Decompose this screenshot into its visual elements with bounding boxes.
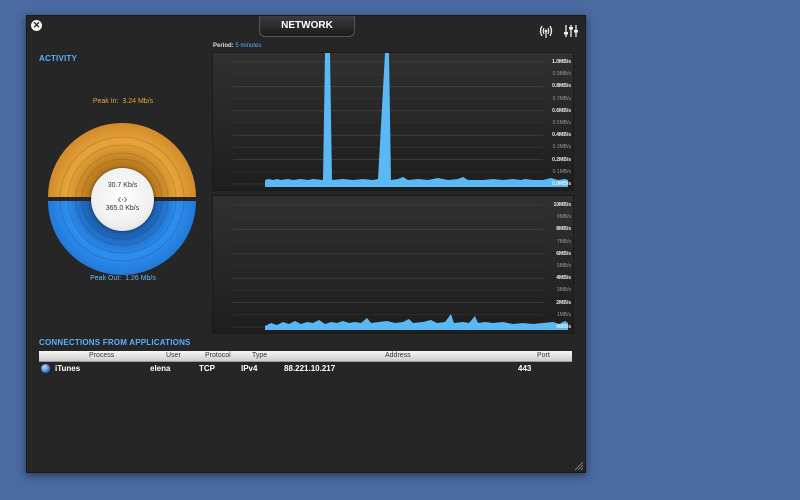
tick-label: 1.0MB/s xyxy=(552,59,571,65)
tick-label: 3MB/s xyxy=(556,287,571,294)
connections-table-header: Process User Protocol Type Address Port xyxy=(39,351,572,362)
window-title: NETWORK xyxy=(259,16,355,37)
itunes-icon xyxy=(41,364,50,373)
close-button[interactable]: ✕ xyxy=(31,20,42,31)
column-address[interactable]: Address xyxy=(385,351,411,361)
network-window: ✕ NETWORK ACTIVITY Peak In: 3.24 Mb/s 30… xyxy=(26,15,586,473)
outbound-traffic-line xyxy=(265,314,568,330)
tick-label: 0.5MB/s xyxy=(552,120,571,126)
peak-out-label: Peak Out: 1.26 Mb/s xyxy=(90,275,156,282)
tick-label: 1MB/s xyxy=(556,311,571,318)
resize-grip-icon[interactable] xyxy=(575,462,583,470)
tick-label: 0.8MB/s xyxy=(552,83,571,90)
tick-label: 0.9MB/s xyxy=(552,71,571,78)
column-process[interactable]: Process xyxy=(89,351,114,361)
column-user[interactable]: User xyxy=(166,351,181,361)
tick-label: 0.0MB/s xyxy=(552,181,571,187)
tick-label: 5MB/s xyxy=(556,263,571,269)
inbound-graph-plot xyxy=(233,53,568,187)
cell-address: 88.221.10.217 xyxy=(284,364,336,373)
peak-in-label: Peak In: 3.24 Mb/s xyxy=(92,98,154,105)
tick-label: 8MB/s xyxy=(556,226,571,233)
tick-label: 0.7MB/s xyxy=(552,95,571,102)
period-selector[interactable]: Period: 5 minutes xyxy=(213,43,261,49)
tick-label: 0.6MB/s xyxy=(552,107,571,114)
column-type[interactable]: Type xyxy=(252,351,267,361)
tick-label: 7MB/s xyxy=(556,238,571,245)
tick-label: 0MB/s xyxy=(556,324,571,330)
inbound-graph: 1.0MB/s 0.9MB/s 0.8MB/s 0.7MB/s 0.6MB/s 0.5MB… xyxy=(212,52,574,191)
cell-port: 443 xyxy=(518,364,532,373)
cell-protocol: TCP xyxy=(199,364,215,373)
tick-label: 0.2MB/s xyxy=(552,156,571,163)
antenna-icon[interactable] xyxy=(538,23,554,39)
inbound-traffic-line xyxy=(265,53,568,187)
table-row[interactable]: iTunes elena TCP IPv4 88.221.10.217 443 xyxy=(39,363,572,375)
cell-process: iTunes xyxy=(55,364,81,373)
column-port[interactable]: Port xyxy=(537,351,550,361)
tick-label: 9MB/s xyxy=(556,214,571,221)
activity-title: ACTIVITY xyxy=(39,54,78,63)
connections-title: CONNECTIONS FROM APPLICATIONS xyxy=(39,338,191,347)
column-protocol[interactable]: Protocol xyxy=(205,351,231,361)
outbound-graph: 10MB/s 9MB/s 8MB/s 7MB/s 6MB/s 5MB/s 4MB/s 3MB/… xyxy=(212,195,574,334)
tick-label: 4MB/s xyxy=(556,275,571,282)
tick-label: 0.4MB/s xyxy=(552,132,571,139)
rate-out-value: 365.0 Kb/s xyxy=(105,205,140,212)
tick-label: 6MB/s xyxy=(556,250,571,257)
tick-label: 10MB/s xyxy=(553,202,571,208)
cell-type: IPv4 xyxy=(241,364,258,373)
cell-user: elena xyxy=(150,364,171,373)
equalizer-icon[interactable] xyxy=(563,23,579,39)
bidirectional-arrow-icon: ‹·› xyxy=(117,192,128,206)
tick-label: 0.3MB/s xyxy=(552,144,571,151)
outbound-graph-plot xyxy=(233,204,568,330)
tick-label: 0.1MB/s xyxy=(552,168,571,175)
tick-label: 2MB/s xyxy=(556,299,571,306)
rate-in-value: 30.7 Kb/s xyxy=(107,182,138,189)
